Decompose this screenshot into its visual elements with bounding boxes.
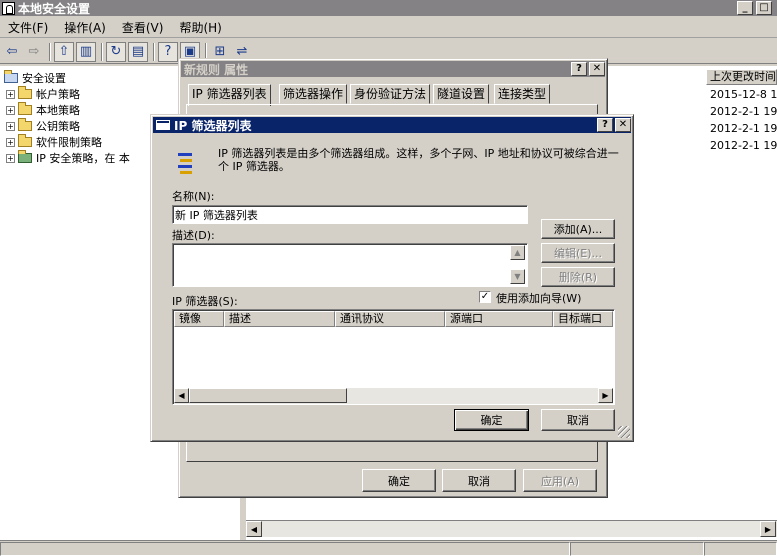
name-label: 名称(N): xyxy=(172,190,215,203)
list-item-date: 2012-2-1 19 xyxy=(710,139,777,152)
back-arrow-icon[interactable]: ⇦ xyxy=(2,42,22,62)
filter-cancel-button[interactable]: 取消 xyxy=(541,409,615,431)
menu-view[interactable]: 查看(V) xyxy=(114,19,172,36)
expand-icon[interactable]: + xyxy=(6,137,15,147)
name-input[interactable] xyxy=(172,205,528,224)
filter-list-icon xyxy=(176,149,196,175)
column-header-description[interactable]: 描述 xyxy=(224,311,335,327)
folder-icon xyxy=(18,134,32,147)
filter-ok-button[interactable]: 确定 xyxy=(454,409,529,431)
scroll-right-icon[interactable]: ▶ xyxy=(760,521,776,537)
list-horizontal-scrollbar[interactable]: ◀ ▶ xyxy=(246,520,777,537)
tree-item-account-policy[interactable]: + 帐户策略 xyxy=(6,86,80,102)
expand-icon[interactable]: + xyxy=(6,105,15,115)
tree-item-software-restriction[interactable]: + 软件限制策略 xyxy=(6,134,102,150)
app-title: 本地安全设置 xyxy=(18,1,91,16)
column-header-source-port[interactable]: 源端口 xyxy=(445,311,553,327)
scroll-up-icon[interactable]: ▲ xyxy=(510,245,525,260)
column-header-dest-port[interactable]: 目标端口 xyxy=(553,311,613,327)
toolbar-separator xyxy=(153,42,155,61)
export-list-icon[interactable]: ▤ xyxy=(128,41,148,62)
rule-cancel-button[interactable]: 取消 xyxy=(442,469,516,492)
remove-button[interactable]: 删除(R) xyxy=(541,267,615,287)
menu-help[interactable]: 帮助(H) xyxy=(171,19,229,36)
scroll-thumb[interactable] xyxy=(189,388,347,403)
list-item-date: 2015-12-8 1 xyxy=(710,88,777,101)
window-icon xyxy=(156,120,170,130)
tab-ip-filter-list[interactable]: IP 筛选器列表 xyxy=(188,84,271,106)
folder-icon xyxy=(18,118,32,131)
menu-action[interactable]: 操作(A) xyxy=(56,19,114,36)
tab-filter-action[interactable]: 筛选器操作 xyxy=(279,84,348,104)
scroll-right-icon[interactable]: ▶ xyxy=(598,388,613,403)
column-header-last-modified[interactable]: 上次更改时间 xyxy=(706,69,777,85)
ip-filters-label: IP 筛选器(S): xyxy=(172,295,238,308)
toolbar-separator xyxy=(49,42,51,61)
ip-security-icon xyxy=(18,150,32,163)
listview-horizontal-scrollbar[interactable]: ◀ ▶ xyxy=(174,388,613,404)
help-button[interactable]: ? xyxy=(571,62,587,76)
column-header-protocol[interactable]: 通讯协议 xyxy=(335,311,445,327)
tab-connection-type[interactable]: 连接类型 xyxy=(494,84,551,104)
close-button[interactable]: ✕ xyxy=(589,62,605,76)
filters-listview[interactable]: 镜像 描述 通讯协议 源端口 目标端口 ◀ ▶ xyxy=(172,309,615,405)
description-textarea[interactable]: ▲ ▼ xyxy=(172,243,528,287)
app-title-bar: 本地安全设置 _ □ xyxy=(0,0,777,16)
tree-item-ip-security[interactable]: + IP 安全策略，在 本 xyxy=(6,150,130,166)
security-settings-icon xyxy=(2,1,15,15)
show-tree-icon[interactable]: ▥ xyxy=(76,41,96,62)
status-bar xyxy=(0,540,777,556)
list-item-date: 2012-2-1 19 xyxy=(710,105,777,118)
scroll-left-icon[interactable]: ◀ xyxy=(174,388,189,403)
minimize-button[interactable]: _ xyxy=(737,1,753,15)
filter-dialog-title-bar: IP 筛选器列表 ? ✕ xyxy=(153,117,631,133)
rule-dialog-title-bar: 新规则 属性 ? ✕ xyxy=(181,61,605,77)
add-button[interactable]: 添加(A)... xyxy=(541,219,615,239)
forward-arrow-icon[interactable]: ⇨ xyxy=(24,42,44,62)
tree-item-local-policy[interactable]: + 本地策略 xyxy=(6,102,80,118)
tree-root[interactable]: 安全设置 xyxy=(4,70,66,86)
rule-ok-button[interactable]: 确定 xyxy=(362,469,436,492)
status-section xyxy=(704,542,777,556)
tab-authentication-methods[interactable]: 身份验证方法 xyxy=(350,84,431,104)
status-section xyxy=(570,542,704,556)
expand-icon[interactable]: + xyxy=(6,153,15,163)
expand-icon[interactable]: + xyxy=(6,89,15,99)
scroll-down-icon[interactable]: ▼ xyxy=(510,269,525,284)
help-icon[interactable]: ? xyxy=(158,41,178,62)
status-section xyxy=(0,542,570,556)
expand-icon[interactable]: + xyxy=(6,121,15,131)
security-settings-icon xyxy=(4,70,18,83)
toolbar-separator xyxy=(101,42,103,61)
wizard-checkbox[interactable]: ✓ xyxy=(479,291,491,303)
description-label: 描述(D): xyxy=(172,229,215,242)
close-button[interactable]: ✕ xyxy=(615,118,631,132)
column-header-mirrored[interactable]: 镜像 xyxy=(174,311,224,327)
up-folder-icon[interactable]: ⇧ xyxy=(54,41,74,62)
menu-bar: 文件(F) 操作(A) 查看(V) 帮助(H) xyxy=(0,18,777,38)
tree-item-public-key-policy[interactable]: + 公钥策略 xyxy=(6,118,80,134)
resize-grip-icon[interactable] xyxy=(618,426,630,438)
menu-file[interactable]: 文件(F) xyxy=(0,19,56,36)
rule-apply-button[interactable]: 应用(A) xyxy=(523,469,597,492)
edit-button[interactable]: 编辑(E)... xyxy=(541,243,615,263)
tab-tunnel-settings[interactable]: 隧道设置 xyxy=(433,84,490,104)
refresh-icon[interactable]: ↻ xyxy=(106,41,126,62)
folder-icon xyxy=(18,102,32,115)
folder-icon xyxy=(18,86,32,99)
maximize-button[interactable]: □ xyxy=(756,1,772,15)
help-button[interactable]: ? xyxy=(597,118,613,132)
list-item-date: 2012-2-1 19 xyxy=(710,122,777,135)
wizard-label: 使用添加向导(W) xyxy=(496,292,582,305)
scroll-left-icon[interactable]: ◀ xyxy=(246,521,262,537)
filter-description-text: IP 筛选器列表是由多个筛选器组成。这样，多个子网、IP 地址和协议可被综合进一… xyxy=(218,147,619,173)
